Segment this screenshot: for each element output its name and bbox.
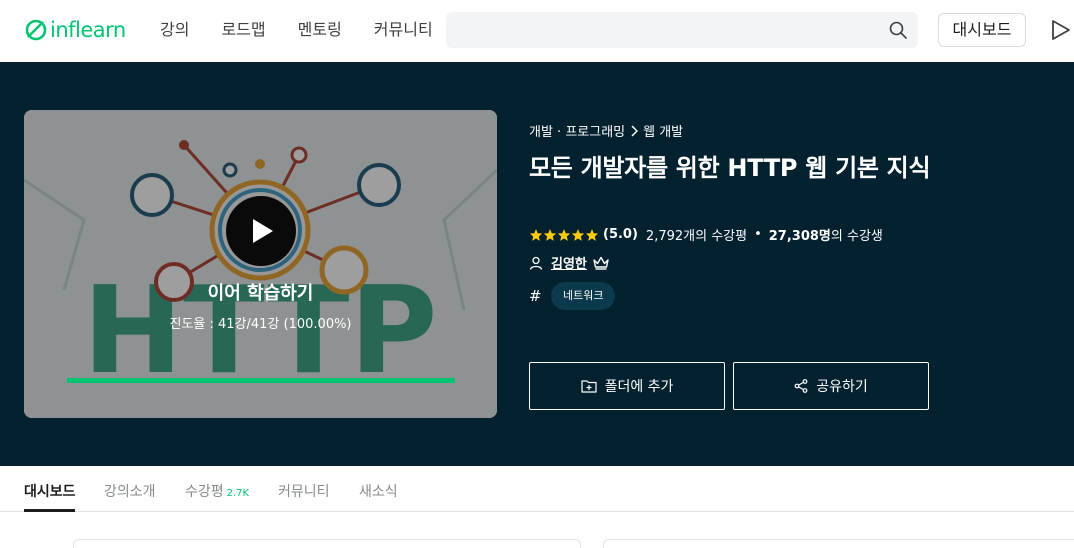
instructor-row: 김영한 [529, 253, 609, 272]
share-button[interactable]: 공유하기 [733, 362, 929, 410]
tab-course-intro[interactable]: 강의소개 [104, 483, 156, 501]
nav-link-courses[interactable]: 강의 [160, 18, 189, 42]
dashboard-card-left [73, 539, 581, 548]
nav-link-community[interactable]: 커뮤니티 [374, 18, 433, 42]
share-icon [794, 379, 808, 393]
course-tabs: 대시보드 강의소개 수강평 2.7K 커뮤니티 새소식 [0, 466, 1074, 512]
search-input[interactable] [446, 12, 918, 48]
play-icon [253, 219, 273, 243]
star-icon [529, 228, 543, 241]
search-icon[interactable] [888, 20, 908, 40]
tab-reviews-label: 수강평 [185, 484, 224, 500]
share-label: 공유하기 [816, 379, 868, 395]
main-nav: 강의 로드맵 멘토링 커뮤니티 [160, 18, 465, 42]
progress-bar [67, 378, 455, 383]
tag-network[interactable]: 네트워크 [551, 282, 616, 310]
play-icon[interactable] [1050, 18, 1072, 42]
crown-icon [593, 256, 609, 270]
star-icon [585, 228, 599, 241]
review-count[interactable]: 2,792개의 수강평 [646, 225, 747, 244]
progress-fill [67, 378, 455, 383]
star-icon [557, 228, 571, 241]
folder-plus-icon [580, 380, 597, 393]
rating-value: (5.0) [603, 227, 638, 242]
nav-link-roadmap[interactable]: 로드맵 [221, 18, 265, 42]
instructor-name[interactable]: 김영한 [551, 253, 587, 272]
progress-text: 진도율 : 41강/41강 (100.00%) [169, 317, 352, 332]
tag-row: # 네트워크 [529, 282, 616, 310]
chevron-right-icon [631, 124, 639, 137]
review-count-badge: 2.7K [226, 488, 250, 499]
nav-link-mentoring[interactable]: 멘토링 [298, 18, 342, 42]
tab-reviews[interactable]: 수강평 2.7K [185, 483, 249, 503]
tab-news[interactable]: 새소식 [359, 483, 398, 501]
dashboard-button[interactable]: 대시보드 [938, 13, 1026, 47]
students-suffix: 의 수강생 [830, 229, 883, 244]
add-to-folder-button[interactable]: 폴더에 추가 [529, 362, 725, 410]
star-rating [529, 228, 599, 242]
breadcrumb-subcategory[interactable]: 웹 개발 [643, 121, 683, 140]
user-icon [529, 256, 543, 270]
dashboard-card-right [603, 539, 1074, 548]
tab-dashboard[interactable]: 대시보드 [24, 483, 76, 501]
breadcrumb: 개발 · 프로그래밍 웹 개발 [529, 121, 683, 140]
breadcrumb-category[interactable]: 개발 · 프로그래밍 [529, 121, 625, 140]
tab-community[interactable]: 커뮤니티 [278, 483, 330, 501]
add-to-folder-label: 폴더에 추가 [604, 379, 674, 395]
hashtag-icon: # [529, 287, 542, 305]
separator-dot: • [754, 227, 762, 242]
top-navigation: inflearn 강의 로드맵 멘토링 커뮤니티 대시보드 [0, 0, 1074, 62]
resume-learning-title[interactable]: 이어 학습하기 [24, 279, 497, 305]
rating-row: (5.0) 2,792개의 수강평 • 27,308명 의 수강생 [529, 225, 883, 244]
play-button[interactable] [226, 196, 296, 266]
course-thumbnail[interactable]: HTTP 이어 학습하기 진도율: 41강/41강 (100.00%) [24, 110, 497, 418]
logo-text: inflearn [50, 18, 126, 42]
inflearn-logo[interactable]: inflearn [24, 18, 126, 42]
star-icon [543, 228, 557, 241]
active-tab-indicator [24, 509, 75, 512]
students-count: 27,308명 [768, 229, 831, 244]
star-icon [571, 228, 585, 241]
course-hero: HTTP 이어 학습하기 진도율: 41강/41강 (100.00%) 개발 … [0, 62, 1074, 466]
course-title: 모든 개발자를 위한 HTTP 웹 기본 지식 [529, 154, 931, 182]
logo-mark-icon [25, 19, 47, 41]
